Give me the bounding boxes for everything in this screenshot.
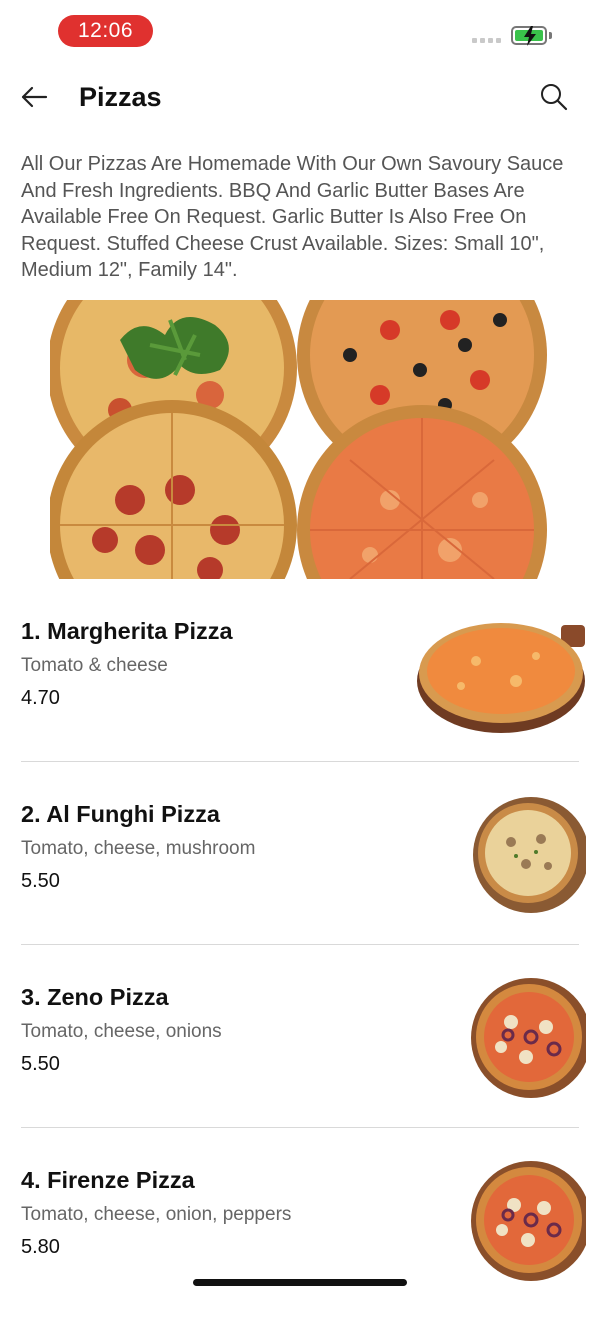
menu-item-description: Tomato, cheese, mushroom xyxy=(21,838,256,859)
menu-item-name: 1. Margherita Pizza xyxy=(21,618,233,644)
menu-item-price: 5.80 xyxy=(21,1236,60,1258)
arrow-left-icon[interactable] xyxy=(18,81,50,113)
page-title: Pizzas xyxy=(79,82,162,112)
menu-item-price: 4.70 xyxy=(21,687,60,709)
menu-item-image xyxy=(416,794,586,916)
status-bar: 12:06 xyxy=(0,0,600,64)
menu-item[interactable]: 1. Margherita Pizza Tomato & cheese 4.70 xyxy=(21,597,586,780)
search-icon[interactable] xyxy=(538,81,570,113)
menu-item[interactable]: 4. Firenze Pizza Tomato, cheese, onion, … xyxy=(21,1146,586,1329)
divider xyxy=(21,761,579,762)
menu-item-description: Tomato & cheese xyxy=(21,655,168,676)
menu-item-description: Tomato, cheese, onion, peppers xyxy=(21,1204,292,1225)
battery-icon xyxy=(511,26,547,46)
home-indicator[interactable] xyxy=(193,1279,407,1286)
menu-item[interactable]: 2. Al Funghi Pizza Tomato, cheese, mushr… xyxy=(21,780,586,963)
signal-icon xyxy=(472,38,501,43)
menu-item-name: 3. Zeno Pizza xyxy=(21,984,169,1010)
category-hero-image xyxy=(50,300,548,579)
menu-item-price: 5.50 xyxy=(21,870,60,892)
menu-item-description: Tomato, cheese, onions xyxy=(21,1021,222,1042)
menu-item-name: 2. Al Funghi Pizza xyxy=(21,801,220,827)
menu-item-price: 5.50 xyxy=(21,1053,60,1075)
divider xyxy=(21,1127,579,1128)
status-time: 12:06 xyxy=(58,15,153,47)
menu-item-name: 4. Firenze Pizza xyxy=(21,1167,195,1193)
menu-item-image xyxy=(416,611,586,733)
app-header: Pizzas xyxy=(0,64,600,130)
category-description: All Our Pizzas Are Homemade With Our Own… xyxy=(21,153,564,281)
menu-item-image xyxy=(416,1160,586,1282)
menu-item-image xyxy=(416,977,586,1099)
menu-item[interactable]: 3. Zeno Pizza Tomato, cheese, onions 5.5… xyxy=(21,963,586,1146)
divider xyxy=(21,944,579,945)
